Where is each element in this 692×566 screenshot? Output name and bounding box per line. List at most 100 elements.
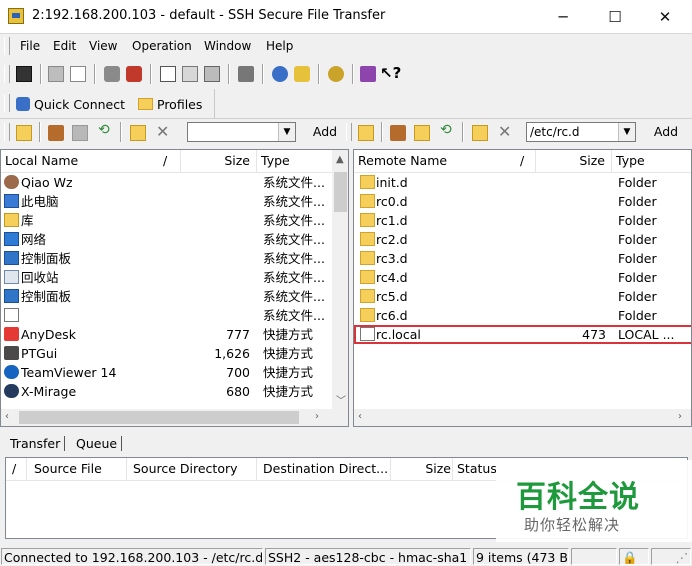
up-folder-icon[interactable] (16, 125, 32, 141)
remote-row[interactable]: rc0.d Folder (354, 192, 691, 211)
remote-refresh-icon[interactable]: ⟲ (440, 122, 452, 138)
maximize-button[interactable]: ☐ (592, 0, 638, 33)
local-row[interactable]: 回收站 系统文件... (1, 268, 331, 287)
local-row[interactable]: 系统文件... (1, 306, 331, 325)
remote-row[interactable]: rc4.d Folder (354, 268, 691, 287)
remote-row[interactable]: rc3.d Folder (354, 249, 691, 268)
transfer-col-source-file[interactable]: Source File (26, 458, 134, 480)
remote-row[interactable]: rc2.d Folder (354, 230, 691, 249)
remote-name-column[interactable]: Remote Name / (354, 150, 536, 172)
column-label: Local Name (5, 153, 79, 168)
remote-row[interactable]: rc5.d Folder (354, 287, 691, 306)
remote-row[interactable]: rc.local 473 LOCAL ... (354, 325, 691, 344)
remote-row[interactable]: rc6.d Folder (354, 306, 691, 325)
scroll-left-icon[interactable]: ‹ (358, 411, 362, 422)
local-file-name: TeamViewer 14 (21, 365, 117, 380)
local-row[interactable]: 网络 系统文件... (1, 230, 331, 249)
local-file-name: PTGui (21, 346, 58, 361)
local-file-pane[interactable]: Local Name / Size Type Qiao Wz 系统文件... 此电脑… (0, 149, 349, 427)
paste-icon[interactable] (182, 66, 198, 82)
chevron-down-icon[interactable]: ▼ (618, 123, 635, 141)
tab-transfer[interactable]: Transfer (6, 436, 66, 451)
desktop-folder-icon[interactable] (72, 125, 88, 141)
local-path-combo[interactable]: ▼ (187, 122, 296, 142)
settings-icon[interactable] (328, 66, 344, 82)
remote-horizontal-scrollbar[interactable]: ‹ › (354, 409, 691, 426)
print-icon[interactable] (48, 66, 64, 82)
remote-delete-x-icon[interactable]: ✕ (498, 122, 511, 141)
remote-path-combo[interactable]: /etc/rc.d ▼ (526, 122, 636, 142)
menu-operation[interactable]: Operation (132, 39, 192, 53)
menu-edit[interactable]: Edit (53, 39, 76, 53)
find-icon[interactable] (238, 66, 254, 82)
folder-icon (138, 98, 153, 110)
context-help-icon[interactable]: ↖? (380, 64, 401, 82)
delete-icon[interactable] (204, 66, 220, 82)
menu-help[interactable]: Help (266, 39, 293, 53)
transfer-col-status[interactable]: Status (452, 458, 497, 480)
local-row[interactable]: 控制面板 系统文件... (1, 249, 331, 268)
refresh-icon[interactable]: ⟲ (98, 122, 110, 138)
scroll-left-icon[interactable]: ‹ (5, 411, 9, 422)
local-add-button[interactable]: Add (305, 121, 345, 143)
tab-queue[interactable]: Queue (72, 436, 123, 451)
menu-view[interactable]: View (89, 39, 117, 53)
remote-size-column[interactable]: Size (536, 150, 612, 172)
remote-up-folder-icon[interactable] (358, 125, 374, 141)
local-row[interactable]: 此电脑 系统文件... (1, 192, 331, 211)
home-icon[interactable] (48, 125, 64, 141)
remote-file-type: Folder (618, 232, 657, 247)
quick-connect-button[interactable]: Quick Connect (16, 93, 125, 115)
save-icon[interactable] (16, 66, 32, 82)
settings-red-icon[interactable] (126, 66, 142, 82)
delete-x-icon[interactable]: ✕ (156, 122, 169, 141)
scroll-thumb[interactable] (334, 172, 347, 212)
scroll-right-icon[interactable]: › (315, 411, 319, 422)
local-row[interactable]: Qiao Wz 系统文件... (1, 173, 331, 192)
scroll-up-icon[interactable]: ▲ (336, 154, 344, 165)
remote-row[interactable]: init.d Folder (354, 173, 691, 192)
watermark-title: 百科全说 (516, 480, 640, 515)
remote-new-folder-icon[interactable] (472, 125, 488, 141)
column-label: Size (579, 153, 605, 168)
profiles-button[interactable]: Profiles (138, 93, 202, 115)
local-vertical-scrollbar[interactable]: ▲ ﹀ (332, 150, 348, 409)
remote-type-column[interactable]: Type (612, 150, 691, 172)
local-row[interactable]: 库 系统文件... (1, 211, 331, 230)
scroll-down-icon[interactable]: ﹀ (336, 392, 346, 407)
scroll-thumb[interactable] (19, 411, 299, 424)
help-book-icon[interactable] (360, 66, 376, 82)
remote-add-button[interactable]: Add (646, 121, 686, 143)
local-type-column[interactable]: Type (257, 150, 333, 172)
local-row[interactable]: TeamViewer 14 700 快捷方式 (1, 363, 331, 382)
menu-window[interactable]: Window (204, 39, 251, 53)
remote-home-icon[interactable] (390, 125, 406, 141)
file-transfer-icon[interactable] (294, 66, 310, 82)
copy-icon[interactable] (160, 66, 176, 82)
terminal-icon[interactable] (272, 66, 288, 82)
ptgui-icon (4, 346, 19, 360)
new-folder-icon[interactable] (130, 125, 146, 141)
transfer-col-size[interactable]: Size (390, 458, 451, 480)
local-name-column[interactable]: Local Name / (1, 150, 181, 172)
local-horizontal-scrollbar[interactable]: ‹ › (1, 409, 348, 426)
scroll-right-icon[interactable]: › (678, 411, 682, 422)
local-row[interactable]: 控制面板 系统文件... (1, 287, 331, 306)
local-row[interactable]: X-Mirage 680 快捷方式 (1, 382, 331, 401)
transfer-col-source-directory[interactable]: Source Directory (126, 458, 259, 480)
remote-row[interactable]: rc1.d Folder (354, 211, 691, 230)
chevron-down-icon[interactable]: ▼ (278, 123, 295, 141)
remote-folder-icon[interactable] (414, 125, 430, 141)
print-preview-icon[interactable] (70, 66, 86, 82)
local-row[interactable]: AnyDesk 777 快捷方式 (1, 325, 331, 344)
local-size-column[interactable]: Size (181, 150, 257, 172)
disconnect-icon[interactable] (104, 66, 120, 82)
close-button[interactable]: ✕ (642, 0, 688, 33)
remote-file-pane[interactable]: Remote Name / Size Type init.d Folder rc0.… (353, 149, 692, 427)
resize-grip-icon[interactable]: ⋰ (651, 548, 691, 565)
transfer-col-destination-directory[interactable]: Destination Direct... (256, 458, 393, 480)
local-file-name: 控制面板 (21, 251, 72, 266)
minimize-button[interactable]: ─ (540, 0, 586, 33)
menu-file[interactable]: File (20, 39, 40, 53)
local-row[interactable]: PTGui 1,626 快捷方式 (1, 344, 331, 363)
